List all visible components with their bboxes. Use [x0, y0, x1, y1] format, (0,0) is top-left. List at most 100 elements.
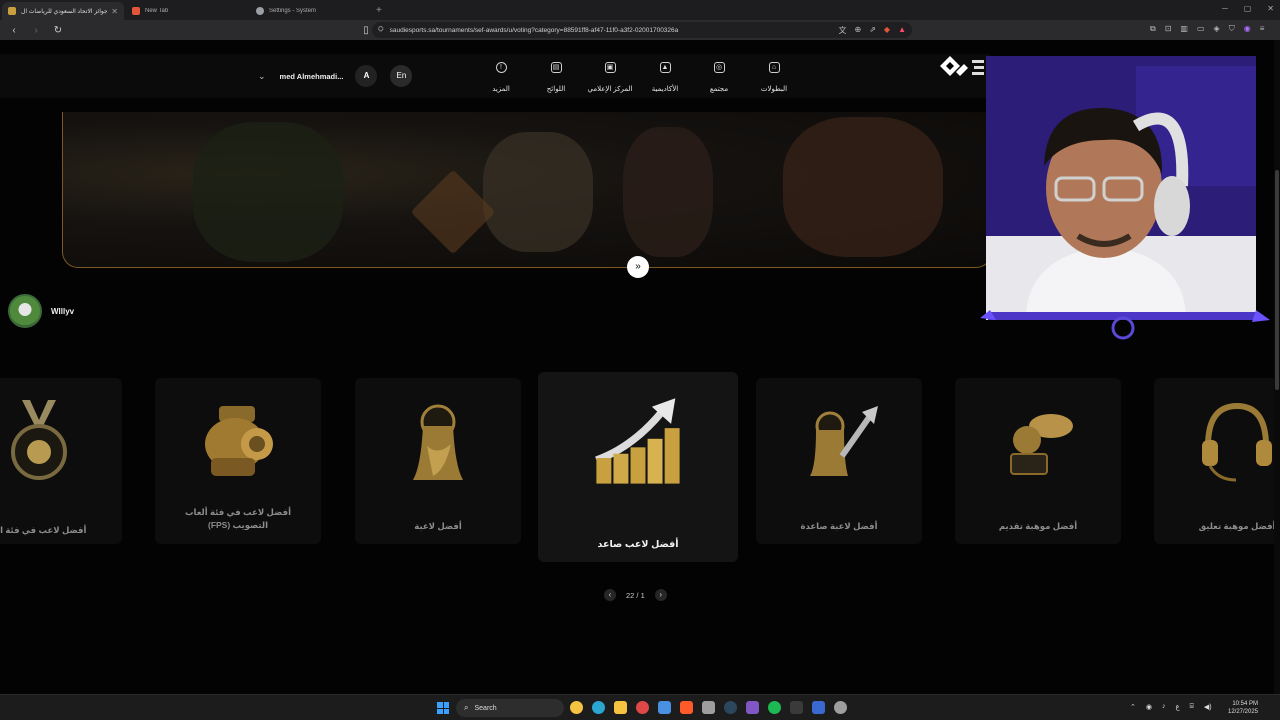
category-label: أفضل لاعبة صاعدة — [800, 521, 878, 531]
address-bar[interactable]: ⛭ saudiesports.sa/tournaments/sef-awards… — [372, 22, 912, 38]
page-scrollbar[interactable] — [1274, 40, 1280, 694]
rising-female-icon — [810, 406, 878, 476]
share-icon[interactable]: ⇗ — [869, 25, 876, 36]
browser-tab-sef-awards[interactable]: جوائز الاتحاد السعودي للرياضات ال ✕ — [2, 2, 124, 20]
settings-gear-icon — [256, 7, 264, 15]
tray-mic-icon[interactable]: ♪ — [1162, 703, 1166, 711]
browser-tab-bar: جوائز الاتحاد السعودي للرياضات ال ✕ New … — [0, 0, 1280, 20]
xbox-app-icon[interactable] — [790, 701, 803, 714]
url-text[interactable]: saudiesports.sa/tournaments/sef-awards/u… — [390, 27, 679, 34]
category-card-selected[interactable]: أفضل لاعب صاعد — [538, 372, 738, 562]
wallet-icon[interactable]: ▭ — [1197, 24, 1205, 34]
tray-app-icon[interactable]: ◉ — [1146, 703, 1152, 711]
scrollbar-thumb[interactable] — [1275, 170, 1279, 390]
category-label: أفضل لاعب في فئة ألعاب التصويب (FPS) — [184, 507, 291, 530]
category-card[interactable]: أفضل لاعبة صاعدة — [756, 378, 922, 544]
spotify-app-icon[interactable] — [768, 701, 781, 714]
extension-icons: ⧉ ⊡ ▥ ▭ ◈ ⛉ ◉ ≡ — [1150, 24, 1264, 34]
rules-icon: ▤ — [550, 62, 562, 73]
category-label: أفضل موهبة تعليق — [1198, 521, 1274, 531]
store-app-icon[interactable] — [658, 701, 671, 714]
new-tab-button[interactable]: + — [376, 5, 382, 16]
tray-chevron-up-icon[interactable]: ⌃ — [1130, 703, 1136, 711]
vpn-icon[interactable]: ◈ — [1214, 24, 1220, 34]
nav-item-tournaments[interactable]: ⌂ البطولات — [744, 62, 804, 96]
nav-label: المزيد — [492, 86, 510, 93]
forward-arrow-icon[interactable]: › — [28, 25, 44, 36]
category-card[interactable]: أفضل لاعب في فئة الر — [0, 378, 122, 544]
obs-app-icon[interactable] — [812, 701, 825, 714]
browser-tab-settings[interactable]: Settings - System — [250, 2, 372, 20]
screenshot-icon[interactable]: ⊡ — [1165, 24, 1172, 34]
nav-label: البطولات — [760, 86, 788, 93]
user-name[interactable]: med Almehmadi... — [280, 72, 344, 81]
browser-tab-new-tab[interactable]: New Tab — [126, 2, 248, 20]
extension-icon[interactable]: ⧉ — [1150, 24, 1156, 34]
hero-scene-shape — [623, 127, 713, 257]
nav-item-academy[interactable]: ▲ الأكاديمية — [635, 62, 695, 96]
volume-icon[interactable]: ◀) — [1204, 703, 1212, 711]
previous-page-icon[interactable]: ‹ — [604, 589, 616, 601]
taskbar-clock[interactable]: 10:54 PM 12/27/2025 — [1228, 700, 1258, 716]
chevron-down-icon[interactable]: ⌄ — [258, 71, 266, 82]
steam-app-icon[interactable] — [724, 701, 737, 714]
snipping-tool-icon[interactable] — [636, 701, 649, 714]
category-card[interactable]: أفضل لاعبة — [355, 378, 521, 544]
site-info-icon[interactable]: ⛭ — [378, 26, 384, 34]
menu-icon[interactable]: ≡ — [1260, 24, 1265, 34]
streamer-webcam-image — [986, 56, 1256, 320]
nav-item-rules[interactable]: ▤ اللوائح — [526, 62, 586, 96]
medal-icon — [11, 400, 67, 480]
minimize-icon[interactable]: ─ — [1222, 4, 1228, 13]
nav-item-more[interactable]: ! المزيد — [471, 62, 531, 96]
rising-chart-icon — [595, 398, 680, 484]
more-icon: ! — [495, 62, 507, 73]
brave-favicon-icon — [132, 7, 140, 15]
taskbar-apps — [570, 701, 847, 714]
nav-item-community[interactable]: ◎ مجتمع — [689, 62, 749, 96]
taskbar-search-box[interactable]: ⌕ Search — [456, 699, 564, 717]
category-card[interactable]: أفضل لاعب في فئة ألعاب التصويب (FPS) — [155, 378, 321, 544]
brave-app-icon[interactable] — [680, 701, 693, 714]
reload-icon[interactable]: ↻ — [50, 25, 66, 36]
nav-item-media-center[interactable]: ▣ المركز الإعلامي — [580, 62, 640, 96]
tray-language-label[interactable]: ع — [1175, 703, 1179, 711]
user-avatar[interactable]: A — [355, 65, 378, 87]
webcam-frame-decoration — [980, 310, 1270, 340]
close-window-icon[interactable]: ✕ — [1267, 4, 1274, 13]
shield-icon[interactable]: ⛉ — [1229, 24, 1235, 34]
scroll-down-icon[interactable]: » — [627, 256, 649, 278]
edge-app-icon[interactable] — [592, 701, 605, 714]
back-arrow-icon[interactable]: ‹ — [6, 25, 22, 36]
windows-taskbar: ⌕ Search ⌃ ◉ ♪ ع ⌸ ◀) 10:54 PM 12/27/202… — [0, 694, 1280, 720]
network-icon[interactable]: ⌸ — [1190, 703, 1194, 711]
leo-ai-icon[interactable]: ◉ — [1244, 24, 1251, 34]
streamer-webcam-overlay — [986, 56, 1256, 320]
category-card[interactable]: أفضل موهبة تقديم — [955, 378, 1121, 544]
nav-label: الأكاديمية — [651, 86, 679, 93]
settings-app-icon[interactable] — [834, 701, 847, 714]
zoom-icon[interactable]: ⊕ — [855, 25, 862, 36]
tab-title: Settings - System — [269, 8, 317, 14]
sef-logo-icon[interactable] — [936, 52, 986, 82]
hero-scene-shape — [483, 132, 593, 252]
chrome-app-icon[interactable] — [570, 701, 583, 714]
close-tab-icon[interactable]: ✕ — [111, 7, 118, 16]
next-page-icon[interactable]: › — [654, 589, 667, 601]
microphone-app-icon[interactable] — [702, 701, 715, 714]
tab-title: جوائز الاتحاد السعودي للرياضات ال — [21, 8, 108, 15]
brave-rewards-icon[interactable]: ▲ — [898, 25, 906, 36]
clock-time: 10:54 PM — [1232, 701, 1259, 707]
maximize-icon[interactable]: ▢ — [1244, 4, 1252, 13]
translate-icon[interactable]: 文 — [839, 25, 847, 36]
clock-date: 12/27/2025 — [1228, 709, 1259, 715]
language-toggle-button[interactable]: En — [390, 65, 413, 87]
category-card[interactable]: أفضل موهبة تعليق — [1154, 378, 1274, 544]
windows-start-icon[interactable] — [437, 702, 449, 714]
discord-app-icon[interactable] — [746, 701, 759, 714]
file-explorer-icon[interactable] — [614, 701, 627, 714]
brave-shields-icon[interactable]: ◆ — [884, 25, 890, 36]
tab-title: New Tab — [145, 8, 169, 14]
user-menu[interactable]: ⌄ med Almehmadi... A En — [258, 65, 425, 87]
sidebar-icon[interactable]: ▥ — [1180, 24, 1188, 34]
